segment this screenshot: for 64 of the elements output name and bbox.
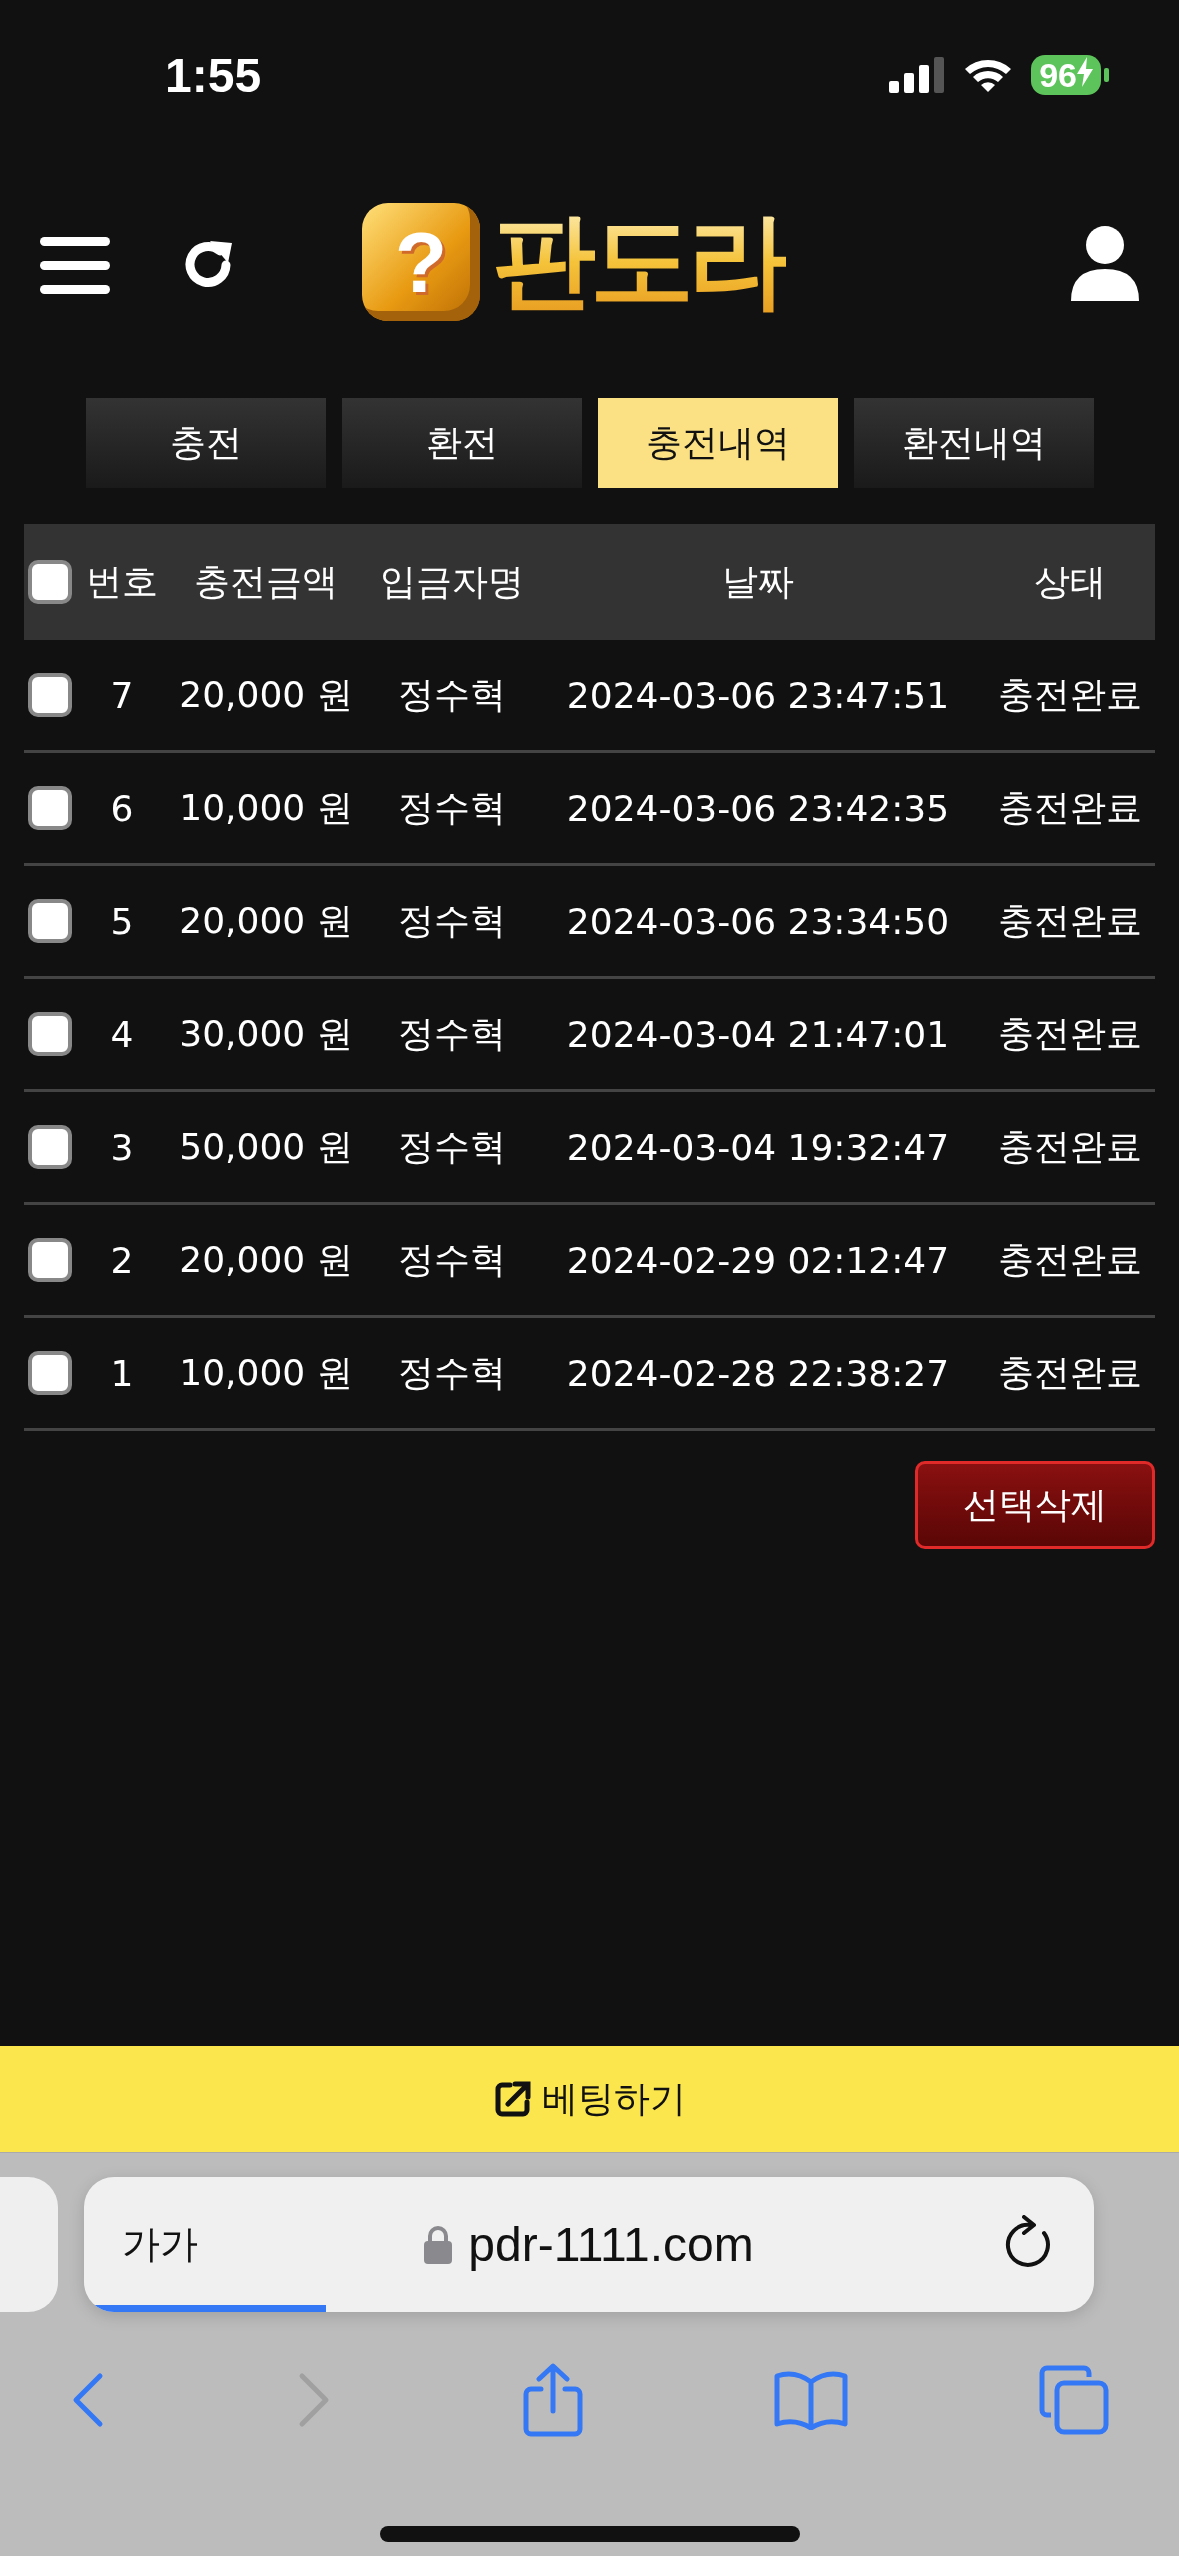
column-header: 충전금액 — [193, 559, 339, 604]
checkbox[interactable] — [28, 1238, 72, 1282]
lock-icon — [424, 2225, 453, 2264]
table-cell-text: 충전완료 — [996, 1237, 1143, 1282]
table-cell-text: 충전완료 — [996, 672, 1143, 717]
checkbox[interactable] — [28, 1125, 72, 1169]
checkbox[interactable] — [28, 786, 72, 830]
table-cell-text: 7 — [109, 674, 135, 716]
table-cell-text: 2024-03-04 19:32:47 — [565, 1126, 951, 1168]
table-cell-text: 정수혁 — [397, 898, 507, 943]
table-cell-text: 2 — [109, 1239, 135, 1281]
table-cell-text: 10,000 원 — [178, 785, 354, 830]
url-address[interactable]: pdr-1111.com — [468, 2217, 754, 2272]
table-cell-text: 충전완료 — [996, 898, 1143, 943]
table-cell-text: 정수혁 — [397, 1124, 507, 1169]
battery-indicator: 96 — [1031, 55, 1109, 95]
table-cell-text: 2024-02-28 22:38:27 — [565, 1352, 951, 1394]
table-cell-text: 정수혁 — [397, 785, 507, 830]
column-header: 상태 — [1032, 559, 1107, 604]
table-cell-text: 50,000 원 — [178, 1124, 354, 1169]
table-cell-text: 2024-03-06 23:42:35 — [565, 787, 951, 829]
table-cell-text: 충전완료 — [996, 785, 1143, 830]
table-cell-text: 정수혁 — [397, 1011, 507, 1056]
table-cell-text: 30,000 원 — [178, 1011, 354, 1056]
text-size-button[interactable]: 가가 — [122, 2219, 198, 2270]
delete-button[interactable]: 선택삭제 — [915, 1461, 1155, 1549]
clock-time: 1:55 — [165, 47, 262, 103]
table-cell-text: 정수혁 — [397, 1237, 507, 1282]
table-cell-text: 10,000 원 — [178, 1350, 354, 1395]
table-cell-text: 4 — [109, 1013, 135, 1055]
tab[interactable]: 충전 — [85, 398, 326, 488]
tab[interactable]: 충전내역 — [597, 398, 838, 488]
table-cell-text: 충전완료 — [996, 1011, 1143, 1056]
column-header: 번호 — [85, 559, 159, 604]
table-cell-text: 정수혁 — [397, 1350, 507, 1395]
table-cell-text: 5 — [109, 900, 135, 942]
checkbox[interactable] — [28, 1012, 72, 1056]
checkbox[interactable] — [28, 899, 72, 943]
table-cell-text: 2024-03-04 21:47:01 — [565, 1013, 951, 1055]
checkbox[interactable] — [28, 560, 72, 604]
checkbox[interactable] — [28, 673, 72, 717]
signal-icon — [889, 57, 946, 93]
menu-icon[interactable] — [40, 235, 110, 295]
table-cell-text: 20,000 원 — [178, 898, 354, 943]
tab[interactable]: 환전내역 — [853, 398, 1094, 488]
wifi-icon — [963, 57, 1014, 93]
table-cell-text: 2024-03-06 23:47:51 — [565, 674, 951, 716]
user-icon[interactable] — [1071, 225, 1139, 301]
checkbox[interactable] — [28, 1351, 72, 1395]
table-cell-text: 1 — [109, 1352, 135, 1394]
column-header: 입금자명 — [379, 559, 525, 604]
table-cell-text: 정수혁 — [397, 672, 507, 717]
table-cell-text: 2024-02-29 02:12:47 — [565, 1239, 951, 1281]
tab[interactable]: 환전 — [341, 398, 582, 488]
table-cell-text: 충전완료 — [996, 1124, 1143, 1169]
table-cell-text: 20,000 원 — [178, 1237, 354, 1282]
table-cell-text: 충전완료 — [996, 1350, 1143, 1395]
table-cell-text: 2024-03-06 23:34:50 — [565, 900, 951, 942]
betting-link[interactable]: 베팅하기 — [0, 2046, 1179, 2152]
column-header: 날짜 — [721, 559, 795, 604]
external-link-icon — [493, 2080, 532, 2118]
table-cell-text: 6 — [109, 787, 135, 829]
table-cell-text: 20,000 원 — [178, 672, 354, 717]
table-cell-text: 3 — [109, 1126, 135, 1168]
